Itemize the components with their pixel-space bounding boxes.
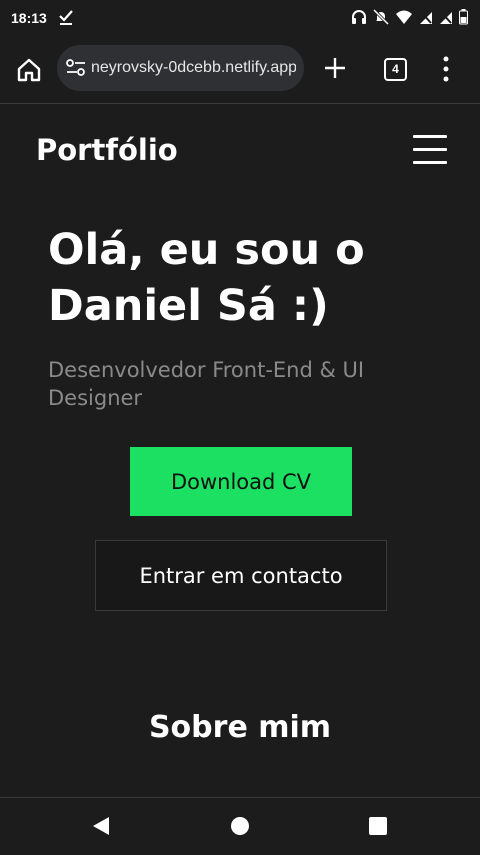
system-nav-bar [0,797,480,855]
hero-subtitle: Desenvolvedor Front-End & UI Designer [48,358,365,410]
browser-toolbar: neyrovsky-0dcebb.netlify.app 4 [0,36,480,104]
hero-title: Olá, eu sou o Daniel Sá :) [48,225,365,331]
tab-switcher-button[interactable]: 4 [384,58,407,81]
address-bar[interactable]: neyrovsky-0dcebb.netlify.app [57,45,304,91]
more-options-icon[interactable] [442,56,450,86]
new-tab-icon[interactable] [323,56,347,84]
mute-icon [373,8,389,26]
section-title-about: Sobre mim [148,710,332,745]
wifi-icon [396,10,412,24]
headphones-icon [352,10,366,24]
download-cv-button[interactable]: Download CV [130,447,352,516]
web-page: Portfólio Olá, eu sou o Daniel Sá :) Des… [0,104,480,797]
recent-apps-icon[interactable] [369,817,387,835]
contact-button[interactable]: Entrar em contacto [95,540,387,611]
home-nav-icon[interactable] [231,817,249,835]
home-icon[interactable] [15,56,43,84]
check-icon [58,8,74,29]
status-time: 18:13 [11,10,47,26]
url-text: neyrovsky-0dcebb.netlify.app [91,59,296,76]
back-icon[interactable] [92,816,110,840]
signal-icon [440,12,452,24]
status-bar: 18:13 [0,0,480,36]
hamburger-menu-icon[interactable] [413,135,447,171]
signal-icon [420,12,432,24]
site-brand[interactable]: Portfólio [36,133,178,167]
site-settings-icon[interactable] [66,59,86,81]
status-icons [351,8,468,26]
battery-icon [459,9,468,25]
